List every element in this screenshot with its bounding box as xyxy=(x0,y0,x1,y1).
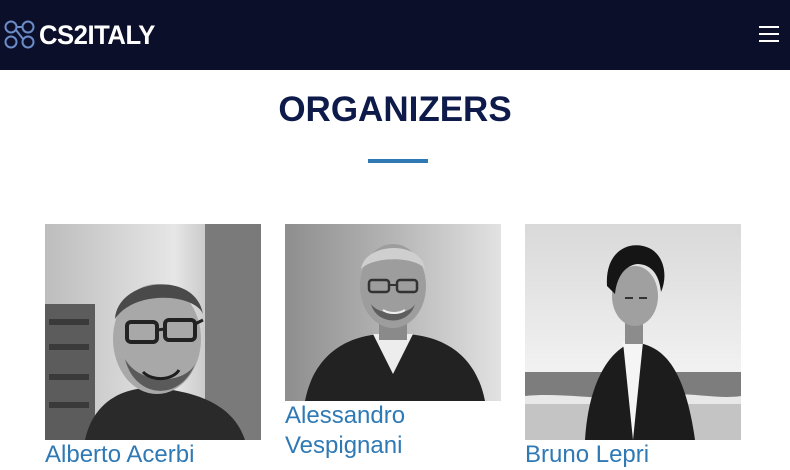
organizer-last-name: Acerbi xyxy=(126,441,195,468)
site-logo-link[interactable]: CS2ITALY xyxy=(3,19,161,51)
organizer-name-link[interactable]: Alberto Acerbi xyxy=(45,440,261,470)
page-title: ORGANIZERS xyxy=(278,90,512,129)
organizer-first-name: Alessandro xyxy=(285,402,406,429)
organizer-photo[interactable] xyxy=(525,224,741,440)
organizer-last-name: Vespignani xyxy=(285,432,403,459)
linked-circles-icon xyxy=(3,20,37,50)
organizer-first-name: Bruno xyxy=(525,441,590,468)
organizer-photo[interactable] xyxy=(285,224,501,401)
organizer-card: Alberto Acerbi xyxy=(45,224,261,470)
hamburger-menu-icon[interactable] xyxy=(759,25,779,43)
organizer-last-name: Lepri xyxy=(595,441,650,468)
logo-text: CS2ITALY xyxy=(39,19,155,50)
organizer-photo[interactable] xyxy=(45,224,261,440)
organizer-name-link[interactable]: Alessandro Vespignani xyxy=(285,401,501,461)
organizer-card: Alessandro Vespignani xyxy=(285,224,501,461)
title-divider xyxy=(368,159,428,163)
organizer-name-link[interactable]: Bruno Lepri xyxy=(525,440,741,470)
organizer-first-name: Alberto xyxy=(45,441,122,468)
navbar: CS2ITALY xyxy=(0,0,790,70)
organizer-card: Bruno Lepri xyxy=(525,224,741,470)
